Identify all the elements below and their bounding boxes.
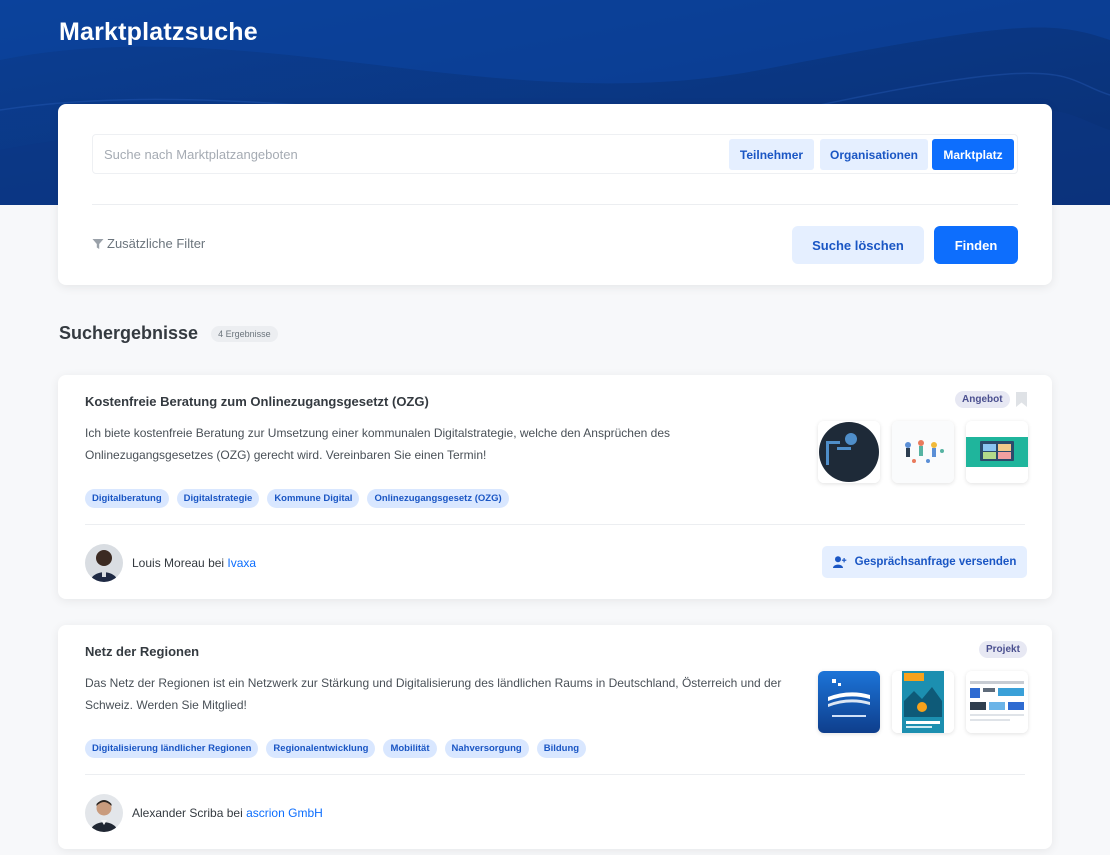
- organization-link[interactable]: ascrion GmbH: [246, 806, 323, 820]
- scope-button-marktplatz[interactable]: Marktplatz: [932, 139, 1014, 170]
- filter-label: Zusätzliche Filter: [107, 236, 206, 251]
- filter-icon: [92, 238, 104, 249]
- tag[interactable]: Digitalisierung ländlicher Regionen: [85, 739, 259, 758]
- result-description: Das Netz der Regionen ist ein Netzwerk z…: [85, 676, 782, 712]
- thumbnail-gallery: [818, 421, 1028, 483]
- find-button[interactable]: Finden: [934, 226, 1018, 264]
- results-count-badge: 4 Ergebnisse: [211, 325, 278, 342]
- logo-image[interactable]: [818, 671, 880, 733]
- video-call-image[interactable]: [966, 421, 1028, 483]
- author-connector: bei: [226, 806, 243, 820]
- card-divider: [85, 774, 1025, 775]
- author-name: Alexander Scriba: [132, 806, 224, 820]
- website-screenshot-image[interactable]: [966, 671, 1028, 733]
- tag[interactable]: Bildung: [536, 739, 587, 758]
- search-bar: Teilnehmer Organisationen Marktplatz: [92, 134, 1018, 174]
- author-name: Louis Moreau: [132, 556, 205, 570]
- avatar[interactable]: [85, 794, 123, 832]
- result-card[interactable]: Kostenfreie Beratung zum Onlinezugangsge…: [58, 375, 1052, 599]
- avatar[interactable]: [85, 544, 123, 582]
- tag[interactable]: Nahversorgung: [444, 739, 529, 758]
- results-header: Suchergebnisse 4 Ergebnisse: [59, 323, 278, 344]
- divider: [92, 204, 1018, 205]
- thumbnail-gallery: [818, 671, 1028, 733]
- poster-image[interactable]: [892, 671, 954, 733]
- tag[interactable]: Digitalberatung: [85, 489, 169, 508]
- additional-filters-link[interactable]: Zusätzliche Filter: [92, 236, 205, 251]
- scope-button-teilnehmer[interactable]: Teilnehmer: [729, 139, 814, 170]
- results-title: Suchergebnisse: [59, 323, 199, 343]
- tag[interactable]: Onlinezugangsgesetz (OZG): [367, 489, 509, 508]
- result-card[interactable]: Netz der Regionen Projekt Das Netz der R…: [58, 625, 1052, 849]
- tag[interactable]: Mobilität: [383, 739, 437, 758]
- illustration-image[interactable]: [892, 421, 954, 483]
- search-panel: Teilnehmer Organisationen Marktplatz Zus…: [58, 104, 1052, 285]
- type-badge: Angebot: [955, 391, 1010, 408]
- author-connector: bei: [208, 556, 225, 570]
- card-divider: [85, 524, 1025, 525]
- contact-request-label: Gesprächsanfrage versenden: [854, 556, 1017, 568]
- clear-search-button[interactable]: Suche löschen: [792, 226, 924, 264]
- author-info: Alexander Scriba bei ascrion GmbH: [85, 794, 323, 832]
- tag[interactable]: Regionalentwicklung: [266, 739, 376, 758]
- tag-list: Digitalberatung Digitalstrategie Kommune…: [85, 489, 509, 508]
- page-title: Marktplatzsuche: [59, 18, 258, 46]
- tag[interactable]: Digitalstrategie: [176, 489, 260, 508]
- author-info: Louis Moreau bei Ivaxa: [85, 544, 256, 582]
- search-input[interactable]: [93, 135, 713, 173]
- type-badge: Projekt: [979, 641, 1027, 658]
- result-title[interactable]: Netz der Regionen: [85, 644, 199, 659]
- scope-button-organisationen[interactable]: Organisationen: [820, 139, 928, 170]
- tag[interactable]: Kommune Digital: [267, 489, 360, 508]
- organization-link[interactable]: Ivaxa: [227, 556, 256, 570]
- tag-list: Digitalisierung ländlicher Regionen Regi…: [85, 739, 587, 758]
- add-user-icon: [832, 556, 846, 568]
- bookmark-icon[interactable]: [1016, 392, 1027, 407]
- silhouette-image[interactable]: [818, 421, 880, 483]
- result-description: Ich biete kostenfreie Beratung zur Umset…: [85, 426, 670, 462]
- contact-request-button[interactable]: Gesprächsanfrage versenden: [822, 546, 1027, 578]
- result-title[interactable]: Kostenfreie Beratung zum Onlinezugangsge…: [85, 394, 429, 409]
